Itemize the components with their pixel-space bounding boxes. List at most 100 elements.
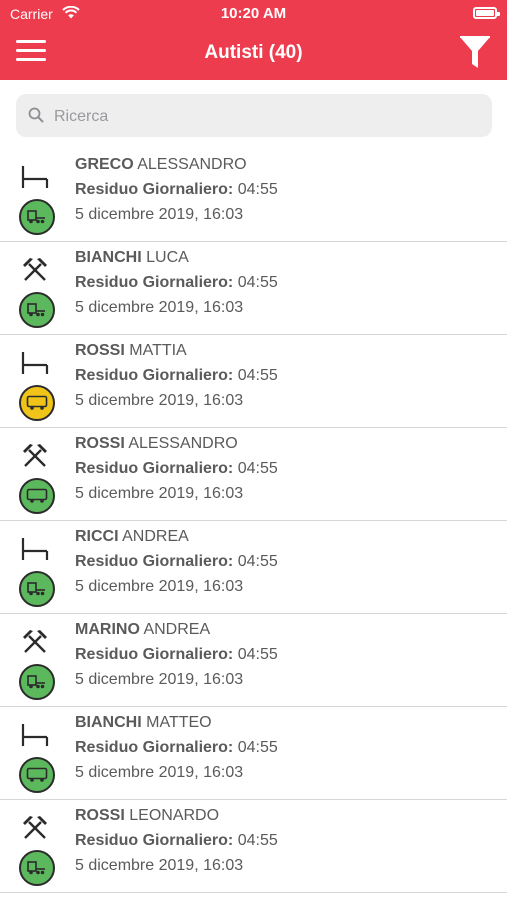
- list-item[interactable]: GRECO ALESSANDRO Residuo Giornaliero: 04:…: [0, 150, 507, 242]
- search-bar[interactable]: [16, 94, 492, 137]
- vehicle-badge: [19, 664, 55, 700]
- activity-status: [20, 720, 56, 750]
- driver-last-name: MARINO: [75, 621, 140, 638]
- clock: 10:20 AM: [220, 5, 287, 22]
- residual-label: Residuo Giornaliero:: [75, 274, 234, 291]
- driver-last-name: ROSSI: [75, 435, 125, 452]
- list-item[interactable]: ROSSI ALESSANDRO Residuo Giornaliero: 04:…: [0, 429, 507, 521]
- daily-residual: Residuo Giornaliero: 04:55: [75, 274, 278, 292]
- driver-last-name: BIANCHI: [75, 714, 142, 731]
- page-title: Autisti (40): [204, 42, 303, 63]
- driver-list: GRECO ALESSANDRO Residuo Giornaliero: 04:…: [0, 150, 507, 894]
- driver-last-name: GRECO: [75, 156, 134, 173]
- daily-residual: Residuo Giornaliero: 04:55: [75, 832, 278, 850]
- residual-value: 04:55: [237, 832, 278, 849]
- search-input[interactable]: [52, 103, 476, 130]
- last-update-date: 5 dicembre 2019, 16:03: [75, 485, 244, 502]
- daily-residual: Residuo Giornaliero: 04:55: [75, 739, 278, 757]
- driver-last-name: ROSSI: [75, 342, 125, 359]
- residual-label: Residuo Giornaliero:: [75, 181, 234, 198]
- driver-name: ROSSI ALESSANDRO: [75, 435, 238, 453]
- residual-value: 04:55: [237, 460, 278, 477]
- hammers-icon: [23, 258, 47, 281]
- residual-value: 04:55: [237, 274, 278, 291]
- activity-status: [20, 348, 56, 378]
- vehicle-badge: [19, 757, 55, 793]
- driver-first-name: LEONARDO: [129, 807, 220, 824]
- activity-status: [20, 813, 56, 843]
- bed-icon: [21, 352, 49, 374]
- residual-value: 04:55: [237, 646, 278, 663]
- vehicle-badge: [19, 199, 55, 235]
- residual-value: 04:55: [237, 553, 278, 570]
- status-bar: Carrier 10:20 AM: [0, 0, 507, 28]
- filter-icon[interactable]: [459, 36, 491, 70]
- daily-residual: Residuo Giornaliero: 04:55: [75, 181, 278, 199]
- last-update-date: 5 dicembre 2019, 16:03: [75, 299, 244, 316]
- vehicle-badge: [19, 292, 55, 328]
- residual-label: Residuo Giornaliero:: [75, 646, 234, 663]
- driver-name: ROSSI LEONARDO: [75, 807, 219, 825]
- driver-first-name: MATTIA: [129, 342, 187, 359]
- driver-name: ROSSI MATTIA: [75, 342, 187, 360]
- driver-last-name: BIANCHI: [75, 249, 142, 266]
- last-update-date: 5 dicembre 2019, 16:03: [75, 206, 244, 223]
- hammers-icon: [23, 444, 47, 467]
- activity-status: [20, 162, 56, 192]
- driver-first-name: ALESSANDRO: [128, 435, 238, 452]
- driver-first-name: ANDREA: [143, 621, 211, 638]
- vehicle-badge: [19, 385, 55, 421]
- driver-first-name: ALESSANDRO: [137, 156, 247, 173]
- list-item[interactable]: RICCI ANDREA Residuo Giornaliero: 04:55 5 …: [0, 522, 507, 614]
- search-icon: [28, 107, 44, 123]
- vehicle-badge: [19, 850, 55, 886]
- activity-status: [20, 534, 56, 564]
- battery-icon: [473, 7, 500, 19]
- hammers-icon: [23, 816, 47, 839]
- van-icon: [26, 767, 48, 782]
- list-item[interactable]: ROSSI LEONARDO Residuo Giornaliero: 04:55…: [0, 801, 507, 893]
- daily-residual: Residuo Giornaliero: 04:55: [75, 367, 278, 385]
- bed-icon: [21, 166, 49, 188]
- driver-last-name: RICCI: [75, 528, 119, 545]
- driver-name: RICCI ANDREA: [75, 528, 189, 546]
- truck-icon: [27, 675, 45, 689]
- hammers-icon: [23, 630, 47, 653]
- truck-icon: [27, 861, 45, 875]
- list-item[interactable]: BIANCHI MATTEO Residuo Giornaliero: 04:55…: [0, 708, 507, 800]
- driver-first-name: MATTEO: [146, 714, 212, 731]
- driver-name: BIANCHI MATTEO: [75, 714, 212, 732]
- residual-label: Residuo Giornaliero:: [75, 460, 234, 477]
- bed-icon: [21, 724, 49, 746]
- list-item[interactable]: BIANCHI LUCA Residuo Giornaliero: 04:55 5 …: [0, 243, 507, 335]
- daily-residual: Residuo Giornaliero: 04:55: [75, 460, 278, 478]
- vehicle-badge: [19, 478, 55, 514]
- residual-value: 04:55: [237, 181, 278, 198]
- list-item[interactable]: MARINO ANDREA Residuo Giornaliero: 04:55 5…: [0, 615, 507, 707]
- driver-last-name: ROSSI: [75, 807, 125, 824]
- daily-residual: Residuo Giornaliero: 04:55: [75, 646, 278, 664]
- last-update-date: 5 dicembre 2019, 16:03: [75, 857, 244, 874]
- activity-status: [20, 627, 56, 657]
- driver-first-name: LUCA: [146, 249, 189, 266]
- last-update-date: 5 dicembre 2019, 16:03: [75, 578, 244, 595]
- list-item[interactable]: ROSSI MATTIA Residuo Giornaliero: 04:55 5 …: [0, 336, 507, 428]
- residual-value: 04:55: [237, 739, 278, 756]
- residual-label: Residuo Giornaliero:: [75, 367, 234, 384]
- last-update-date: 5 dicembre 2019, 16:03: [75, 392, 244, 409]
- residual-value: 04:55: [237, 367, 278, 384]
- activity-status: [20, 255, 56, 285]
- daily-residual: Residuo Giornaliero: 04:55: [75, 553, 278, 571]
- driver-name: MARINO ANDREA: [75, 621, 210, 639]
- truck-icon: [27, 582, 45, 596]
- residual-label: Residuo Giornaliero:: [75, 739, 234, 756]
- driver-name: GRECO ALESSANDRO: [75, 156, 247, 174]
- driver-name: BIANCHI LUCA: [75, 249, 189, 267]
- next-row-partial: [0, 895, 507, 900]
- nav-header: Carrier 10:20 AM Autisti (40): [0, 0, 507, 80]
- bed-icon: [21, 538, 49, 560]
- van-icon: [26, 488, 48, 503]
- activity-status: [20, 441, 56, 471]
- driver-first-name: ANDREA: [122, 528, 189, 545]
- truck-icon: [27, 303, 45, 317]
